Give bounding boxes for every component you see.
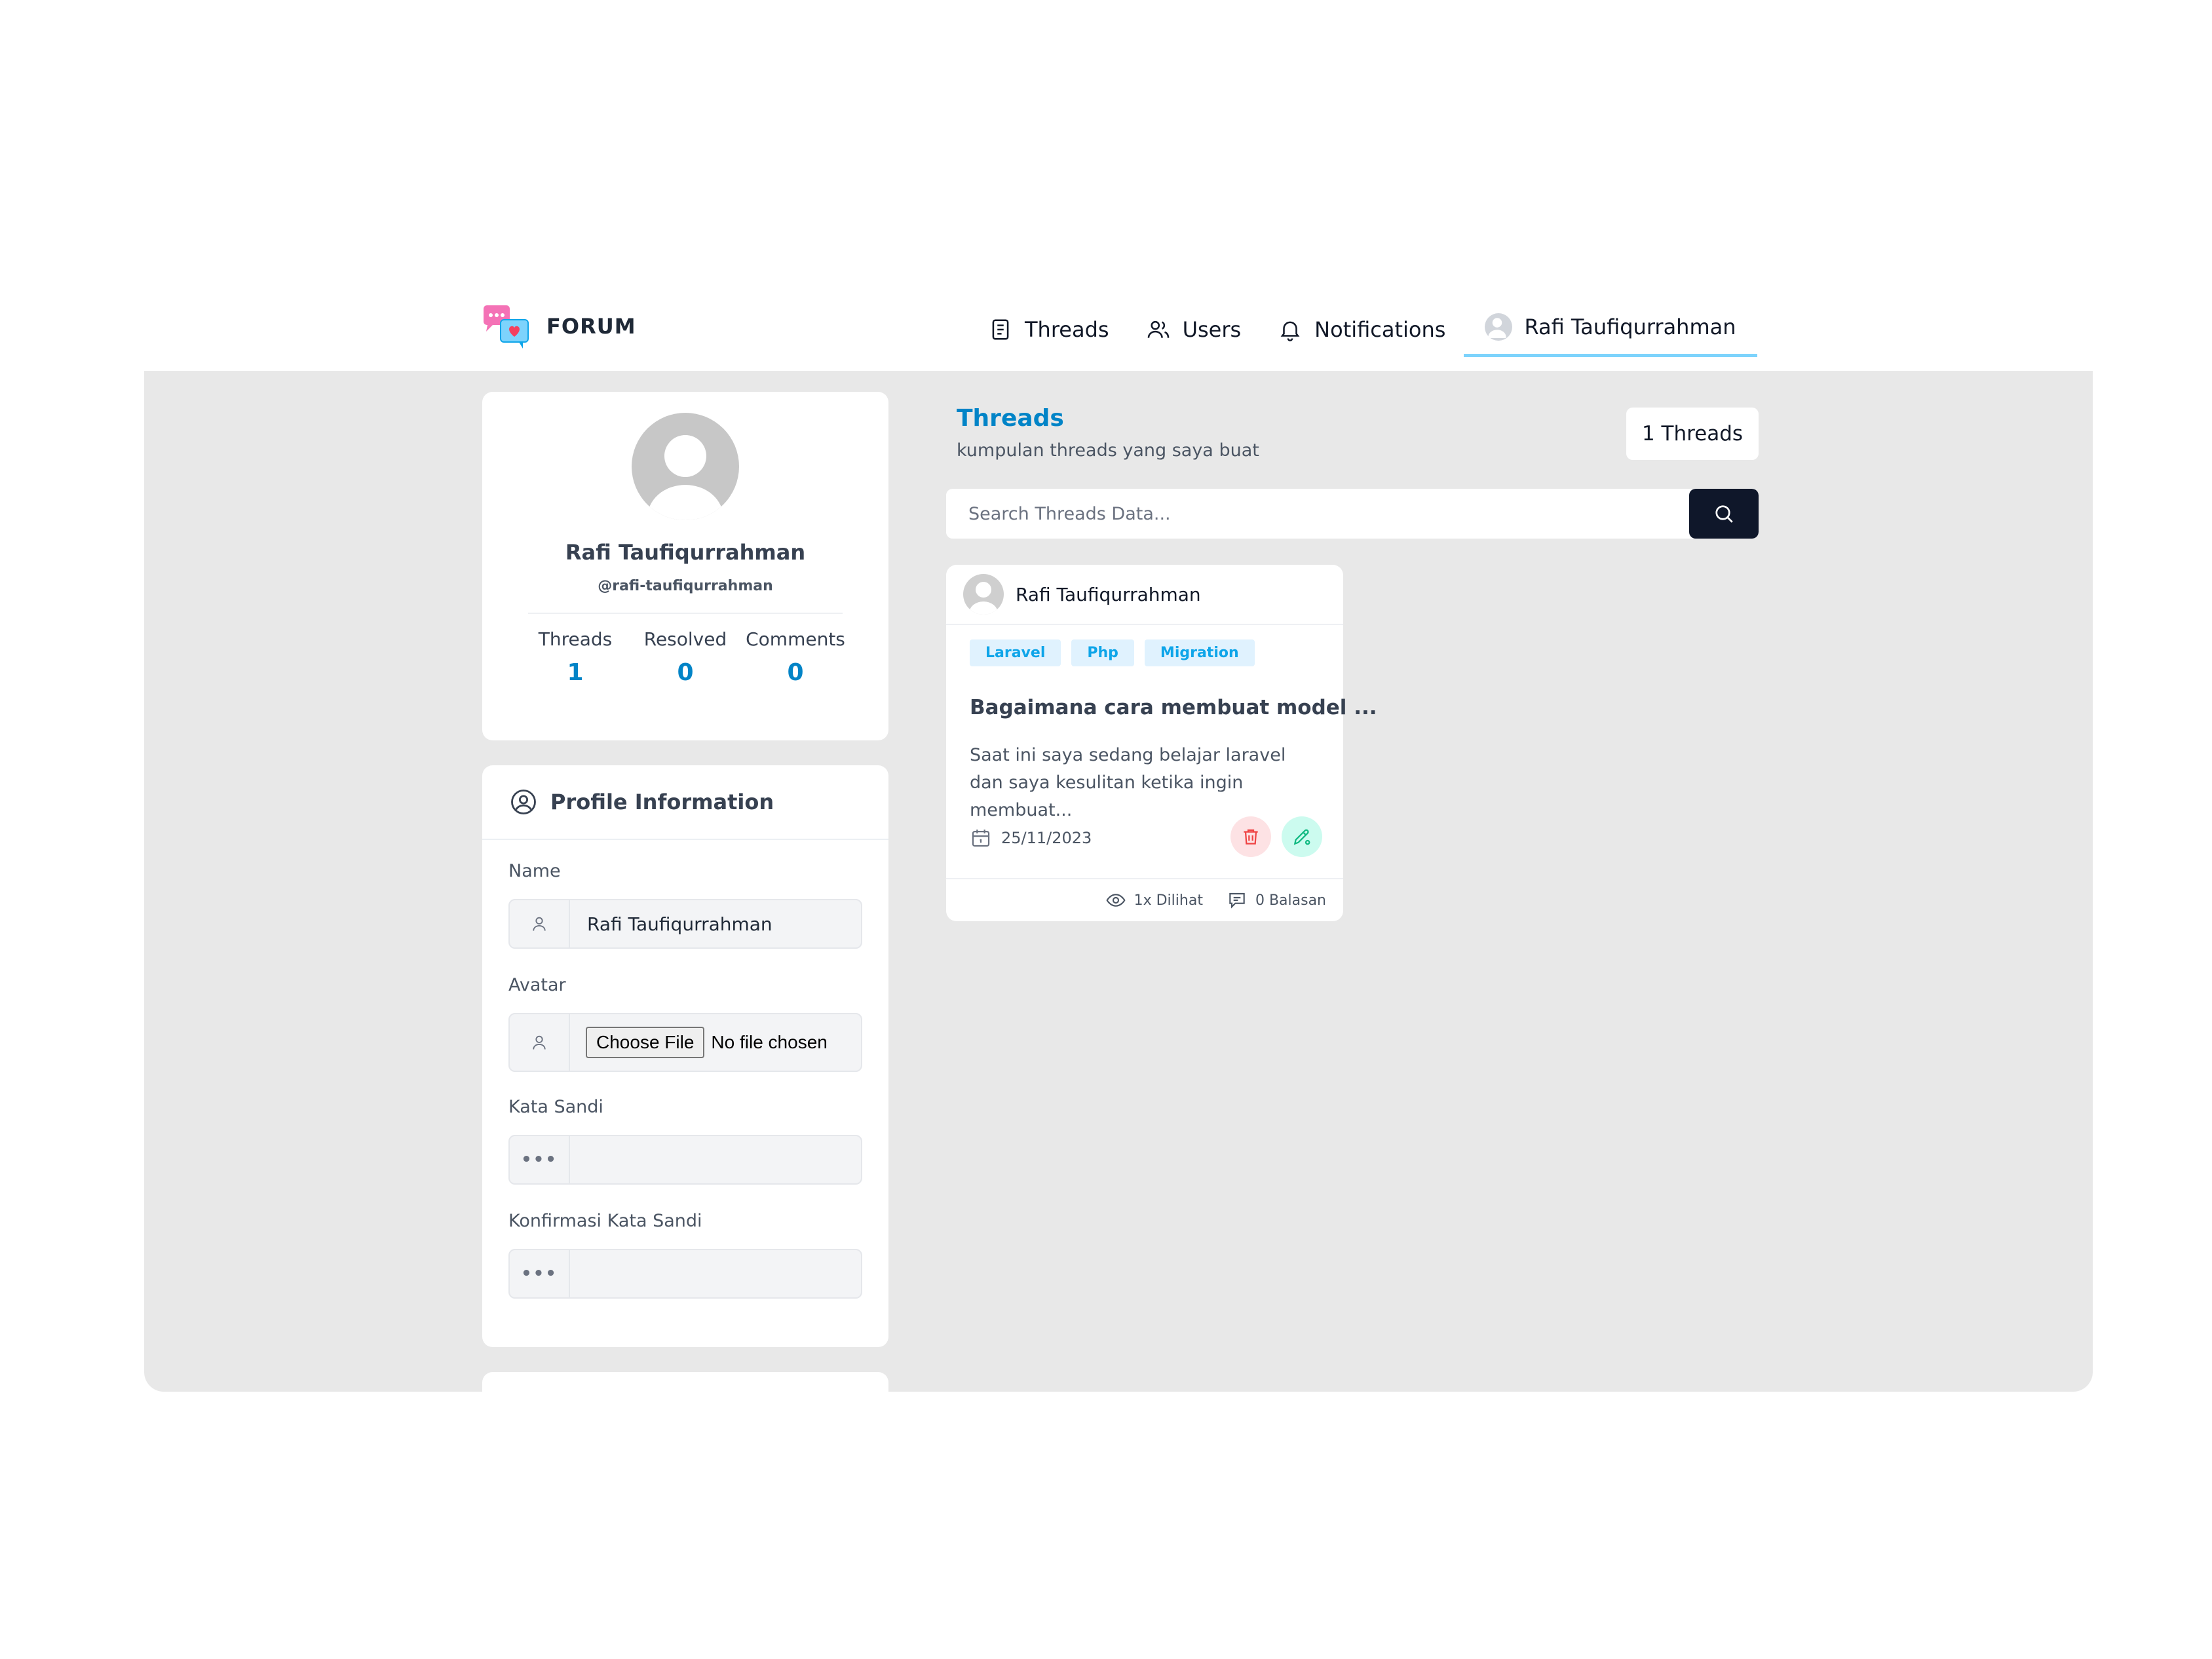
nav-profile-label: Rafi Taufiqurrahman (1524, 315, 1736, 339)
stat-label: Comments (746, 628, 845, 650)
confirm-password-field[interactable]: ••• (508, 1249, 862, 1299)
password-label: Kata Sandi (508, 1097, 603, 1117)
calendar-icon (972, 830, 990, 847)
thread-card[interactable]: Rafi Taufiqurrahman Laravel Php Migratio… (946, 565, 1377, 921)
search-input[interactable] (946, 489, 1689, 539)
chat-bubbles-heart-icon (482, 303, 531, 350)
users-icon (1147, 320, 1169, 338)
comment-icon (1229, 892, 1245, 909)
nav-notifications[interactable]: Notifications (1259, 305, 1464, 354)
thread-tags: Laravel Php Migration (970, 639, 1255, 666)
name-field[interactable]: Rafi Taufiqurrahman (508, 899, 862, 949)
thread-excerpt: Saat ini saya sedang belajar laravel dan… (970, 745, 1286, 820)
threads-count-badge: 1 Threads (1626, 408, 1759, 460)
pencil-icon (1293, 829, 1310, 845)
tag-migration[interactable]: Migration (1144, 639, 1255, 666)
replies-text: 0 Balasan (1255, 892, 1326, 909)
profile-name: Rafi Taufiqurrahman (565, 540, 806, 565)
thread-date: 25/11/2023 (970, 827, 1092, 849)
profile-information-title: Profile Information (550, 790, 774, 814)
eye-icon (1106, 894, 1126, 907)
avatar-file-field[interactable]: Choose File No file chosen (508, 1013, 862, 1072)
brand[interactable]: FORUM (482, 303, 636, 350)
thread-date-text: 25/11/2023 (1001, 829, 1092, 847)
search-button[interactable] (1689, 489, 1759, 539)
tag-php[interactable]: Php (1071, 639, 1134, 666)
thread-title[interactable]: Bagaimana cara membuat model ... (970, 696, 1377, 719)
threads-subtitle: kumpulan threads yang saya buat (957, 440, 1259, 461)
stat-value: 0 (677, 659, 694, 686)
profile-handle: @rafi-taufiqurrahman (598, 578, 773, 594)
divider (528, 613, 843, 614)
tag-laravel[interactable]: Laravel (970, 639, 1061, 666)
main-panel: Rafi Taufiqurrahman @rafi-taufiqurrahman… (144, 371, 2093, 1392)
search-bar (946, 489, 1759, 539)
document-icon (992, 318, 1009, 340)
profile-stats: Threads 1 Resolved 0 Comments 0 (482, 628, 888, 686)
stat-label: Threads (538, 628, 613, 650)
delete-button[interactable] (1230, 816, 1271, 857)
next-card-partial (482, 1372, 888, 1392)
file-status: No file chosen (711, 1032, 828, 1052)
nav-profile[interactable]: Rafi Taufiqurrahman (1464, 301, 1757, 357)
bell-icon (1280, 321, 1300, 341)
stat-value: 0 (787, 659, 804, 686)
confirm-password-label: Konfirmasi Kata Sandi (508, 1211, 702, 1231)
name-label: Name (508, 861, 561, 881)
nav-threads-label: Threads (1025, 316, 1109, 342)
profile-summary-card: Rafi Taufiqurrahman @rafi-taufiqurrahman… (482, 392, 888, 740)
avatar (963, 574, 1004, 615)
threads-title: Threads (957, 405, 1064, 432)
nav-users[interactable]: Users (1128, 305, 1260, 354)
thread-actions (1230, 816, 1322, 857)
main-nav: Threads Users Notifications Rafi Taufiqu… (970, 301, 1757, 357)
stat-label: Resolved (643, 628, 727, 650)
stat-value: 1 (567, 659, 584, 686)
nav-users-label: Users (1182, 316, 1242, 342)
user-icon (510, 1014, 570, 1071)
views-count: 1x Dilihat (1105, 890, 1203, 911)
nav-notifications-label: Notifications (1314, 316, 1446, 342)
user-icon (510, 900, 570, 947)
navbar: FORUM Threads Users Notifications Rafi T… (0, 288, 2212, 372)
avatar-label: Avatar (508, 975, 566, 995)
password-field[interactable]: ••• (508, 1135, 862, 1185)
views-text: 1x Dilihat (1134, 892, 1203, 909)
edit-button[interactable] (1282, 816, 1322, 857)
thread-footer: 1x Dilihat 0 Balasan (946, 878, 1343, 921)
page: FORUM Threads Users Notifications Rafi T… (0, 0, 2212, 1659)
stat-comments: Comments 0 (740, 628, 850, 686)
thread-card-header: Rafi Taufiqurrahman (946, 565, 1343, 625)
brand-name: FORUM (546, 314, 636, 339)
dots-icon: ••• (510, 1250, 570, 1297)
trash-icon (1244, 829, 1258, 845)
user-circle-icon (511, 790, 536, 814)
profile-information-header: Profile Information (482, 765, 888, 840)
stat-threads: Threads 1 (520, 628, 630, 686)
choose-file-button[interactable]: Choose File (586, 1027, 705, 1058)
name-value: Rafi Taufiqurrahman (587, 913, 772, 935)
search-icon (1715, 505, 1733, 523)
thread-author: Rafi Taufiqurrahman (1016, 583, 1201, 605)
nav-threads[interactable]: Threads (970, 305, 1128, 354)
dots-icon: ••• (510, 1136, 570, 1183)
profile-information-card: Profile Information Name Rafi Taufiqurra… (482, 765, 888, 1347)
stat-resolved: Resolved 0 (630, 628, 740, 686)
profile-avatar (632, 413, 739, 520)
replies-count: 0 Balasan (1227, 890, 1326, 911)
avatar (1485, 313, 1513, 341)
